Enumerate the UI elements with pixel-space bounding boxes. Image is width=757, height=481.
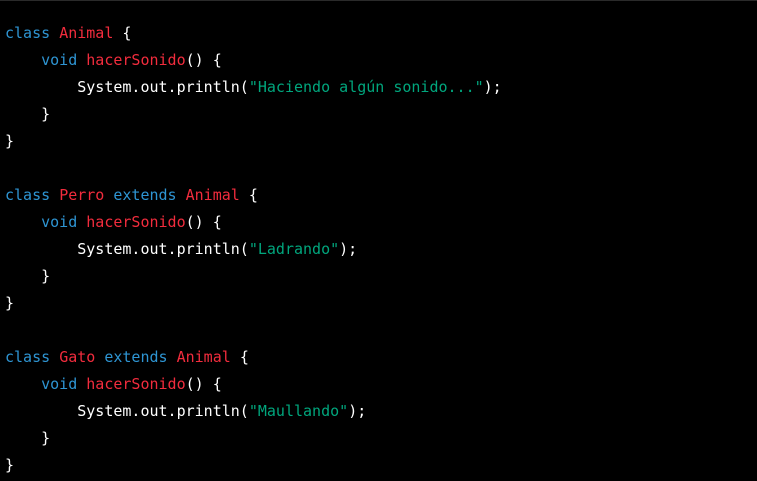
keyword-void: void xyxy=(41,51,78,69)
parens-brace: () { xyxy=(185,375,222,393)
code-line: void hacerSonido() { xyxy=(5,371,502,398)
method-name: hacerSonido xyxy=(86,375,186,393)
class-name-perro: Perro xyxy=(59,186,105,204)
close-brace: } xyxy=(5,132,15,150)
code-line: } xyxy=(5,128,502,155)
call-end: ); xyxy=(348,402,367,420)
code-line: } xyxy=(5,263,502,290)
close-brace: } xyxy=(41,105,51,123)
code-line: } xyxy=(5,452,502,479)
code-content: class Animal { void hacerSonido() { Syst… xyxy=(5,20,502,479)
class-name-animal: Animal xyxy=(176,348,231,366)
string-literal: "Maullando" xyxy=(248,402,349,420)
open-brace: { xyxy=(122,24,132,42)
code-line: class Animal { xyxy=(5,20,502,47)
keyword-void: void xyxy=(41,213,78,231)
code-line: System.out.println("Maullando"); xyxy=(5,398,502,425)
keyword-class: class xyxy=(5,348,51,366)
open-brace: { xyxy=(248,186,258,204)
code-line: System.out.println("Haciendo algún sonid… xyxy=(5,74,502,101)
code-line: System.out.println("Ladrando"); xyxy=(5,236,502,263)
println-call: System.out.println( xyxy=(77,402,249,420)
keyword-class: class xyxy=(5,186,51,204)
code-line: class Gato extends Animal { xyxy=(5,344,502,371)
close-brace: } xyxy=(5,294,15,312)
method-name: hacerSonido xyxy=(86,51,186,69)
call-end: ); xyxy=(483,78,502,96)
println-call: System.out.println( xyxy=(77,78,249,96)
class-name-gato: Gato xyxy=(59,348,96,366)
call-end: ); xyxy=(339,240,358,258)
string-literal: "Haciendo algún sonido..." xyxy=(248,78,484,96)
class-name-animal: Animal xyxy=(59,24,114,42)
code-line: } xyxy=(5,101,502,128)
code-line: } xyxy=(5,290,502,317)
keyword-class: class xyxy=(5,24,51,42)
println-call: System.out.println( xyxy=(77,240,249,258)
method-name: hacerSonido xyxy=(86,213,186,231)
class-name-animal: Animal xyxy=(185,186,240,204)
close-brace: } xyxy=(41,429,51,447)
keyword-void: void xyxy=(41,375,78,393)
code-line: void hacerSonido() { xyxy=(5,47,502,74)
parens-brace: () { xyxy=(185,51,222,69)
code-line: void hacerSonido() { xyxy=(5,209,502,236)
close-brace: } xyxy=(41,267,51,285)
keyword-extends: extends xyxy=(104,348,168,366)
string-literal: "Ladrando" xyxy=(248,240,340,258)
code-line: class Perro extends Animal { xyxy=(5,182,502,209)
close-brace: } xyxy=(5,456,15,474)
code-block: class Animal { void hacerSonido() { Syst… xyxy=(0,0,757,481)
open-brace: { xyxy=(239,348,249,366)
code-line: } xyxy=(5,425,502,452)
parens-brace: () { xyxy=(185,213,222,231)
keyword-extends: extends xyxy=(113,186,177,204)
